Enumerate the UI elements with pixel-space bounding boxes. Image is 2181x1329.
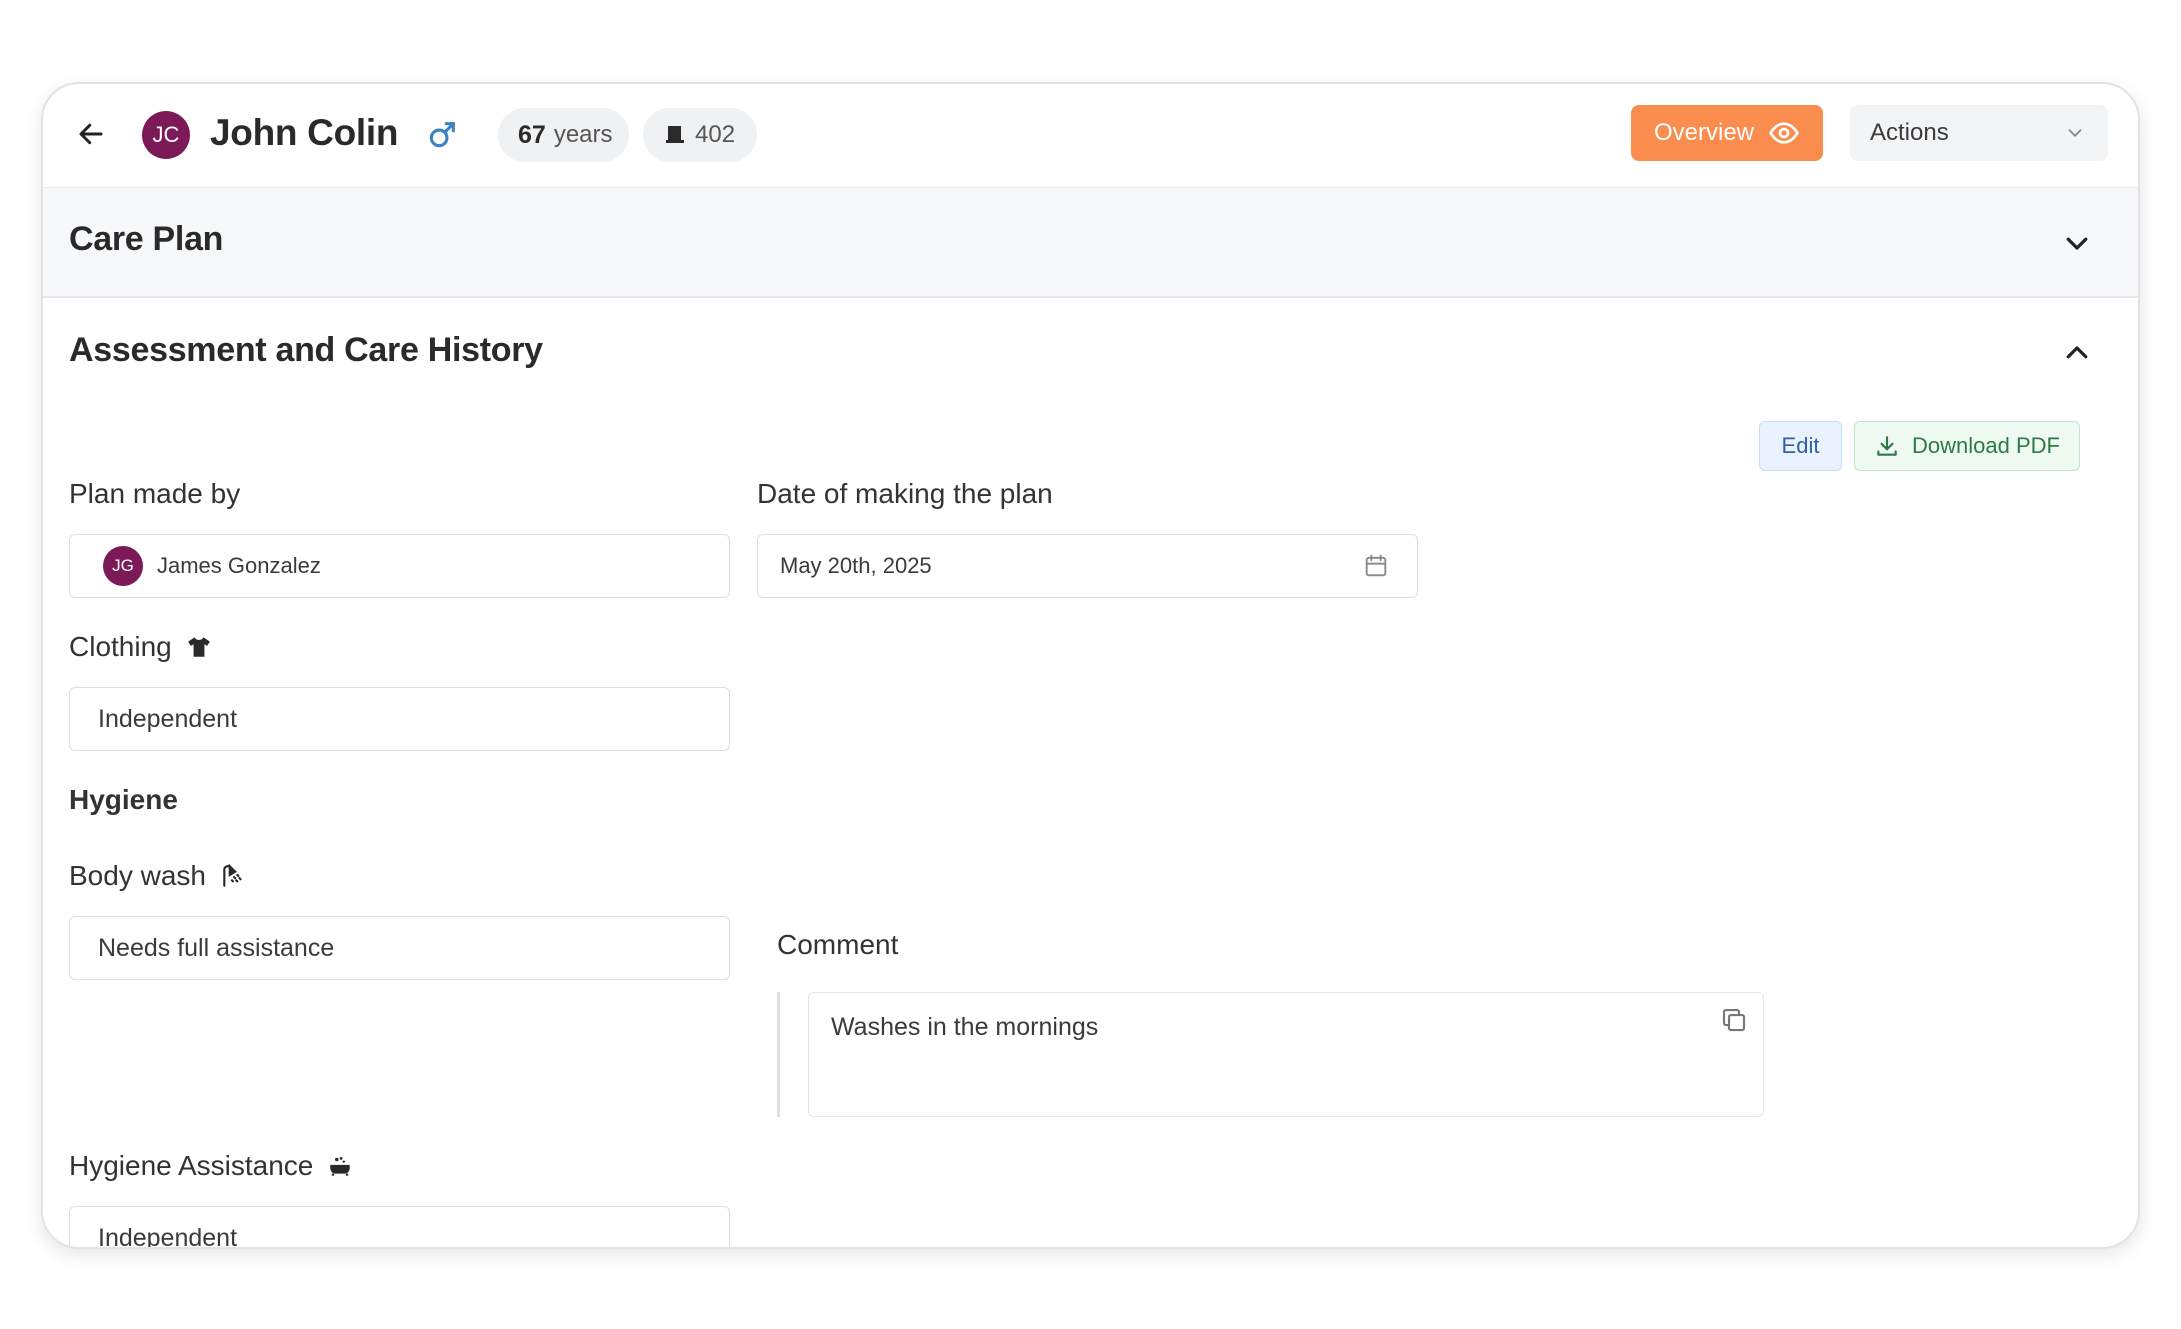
age-value: 67 bbox=[518, 120, 546, 149]
clothing-value: Independent bbox=[98, 704, 238, 733]
shower-icon bbox=[223, 863, 242, 887]
body-wash-field[interactable]: Needs full assistance bbox=[69, 916, 730, 980]
download-pdf-button[interactable]: Download PDF bbox=[1854, 421, 2080, 471]
hygiene-heading-text: Hygiene bbox=[69, 784, 178, 815]
arrow-left-icon bbox=[79, 123, 103, 145]
room-badge: 402 bbox=[643, 108, 757, 162]
plan-made-by-label-text: Plan made by bbox=[69, 478, 241, 509]
comment-label: Comment bbox=[777, 929, 898, 961]
date-label-text: Date of making the plan bbox=[757, 478, 1053, 509]
chevron-up-icon[interactable] bbox=[2062, 338, 2092, 368]
author-avatar: JG bbox=[103, 546, 143, 586]
overview-button[interactable]: Overview bbox=[1631, 105, 1823, 161]
date-value: May 20th, 2025 bbox=[780, 553, 932, 578]
care-plan-title: Care Plan bbox=[69, 220, 224, 258]
bathtub-icon bbox=[330, 1157, 351, 1177]
assessment-section-header[interactable]: Assessment and Care History bbox=[43, 298, 2138, 408]
patient-header: JC John Colin 67 years 402 Overview Acti… bbox=[43, 84, 2138, 187]
age-badge: 67 years bbox=[498, 108, 629, 162]
bed-icon bbox=[666, 126, 684, 143]
hygiene-assistance-field[interactable]: Independent bbox=[69, 1206, 730, 1249]
download-pdf-label: Download PDF bbox=[1912, 433, 2060, 458]
comment-divider bbox=[777, 992, 780, 1117]
date-label: Date of making the plan bbox=[757, 478, 1053, 510]
chevron-down-icon bbox=[2068, 129, 2082, 138]
patient-card: JC John Colin 67 years 402 Overview Acti… bbox=[41, 82, 2140, 1249]
hygiene-assistance-value: Independent bbox=[98, 1223, 238, 1249]
body-wash-value: Needs full assistance bbox=[98, 933, 335, 962]
male-icon bbox=[429, 122, 455, 148]
hygiene-heading: Hygiene bbox=[69, 784, 178, 816]
overview-label: Overview bbox=[1653, 119, 1755, 146]
chevron-down-icon[interactable] bbox=[2062, 228, 2092, 258]
clothing-label-text: Clothing bbox=[69, 631, 172, 662]
eye-icon bbox=[1769, 122, 1799, 144]
edit-button[interactable]: Edit bbox=[1759, 421, 1842, 471]
body-wash-label: Body wash bbox=[69, 860, 246, 892]
download-icon bbox=[1877, 436, 1897, 456]
body-wash-label-text: Body wash bbox=[69, 860, 206, 891]
calendar-icon[interactable] bbox=[1362, 552, 1390, 580]
care-plan-section[interactable]: Care Plan bbox=[43, 187, 2138, 298]
assessment-title: Assessment and Care History bbox=[69, 331, 543, 369]
actions-dropdown[interactable]: Actions bbox=[1850, 105, 2108, 161]
age-unit: years bbox=[553, 121, 613, 148]
hygiene-assistance-label: Hygiene Assistance bbox=[69, 1150, 353, 1182]
back-button[interactable] bbox=[67, 110, 115, 158]
patient-name: John Colin bbox=[210, 112, 399, 153]
clothing-field[interactable]: Independent bbox=[69, 687, 730, 751]
plan-made-by-label: Plan made by bbox=[69, 478, 240, 510]
room-number: 402 bbox=[695, 121, 736, 148]
plan-made-by-field[interactable]: JG James Gonzalez bbox=[69, 534, 730, 598]
copy-icon[interactable] bbox=[1719, 1005, 1749, 1035]
patient-avatar: JC bbox=[142, 111, 190, 159]
shirt-icon bbox=[187, 637, 210, 657]
hygiene-assistance-label-text: Hygiene Assistance bbox=[69, 1150, 314, 1181]
actions-label: Actions bbox=[1870, 119, 1949, 146]
comment-value: Washes in the mornings bbox=[831, 1013, 1099, 1041]
clothing-label: Clothing bbox=[69, 631, 212, 663]
comment-label-text: Comment bbox=[777, 929, 899, 960]
comment-field[interactable]: Washes in the mornings bbox=[808, 992, 1764, 1117]
plan-made-by-value: James Gonzalez bbox=[157, 553, 321, 578]
date-field[interactable]: May 20th, 2025 bbox=[757, 534, 1418, 598]
